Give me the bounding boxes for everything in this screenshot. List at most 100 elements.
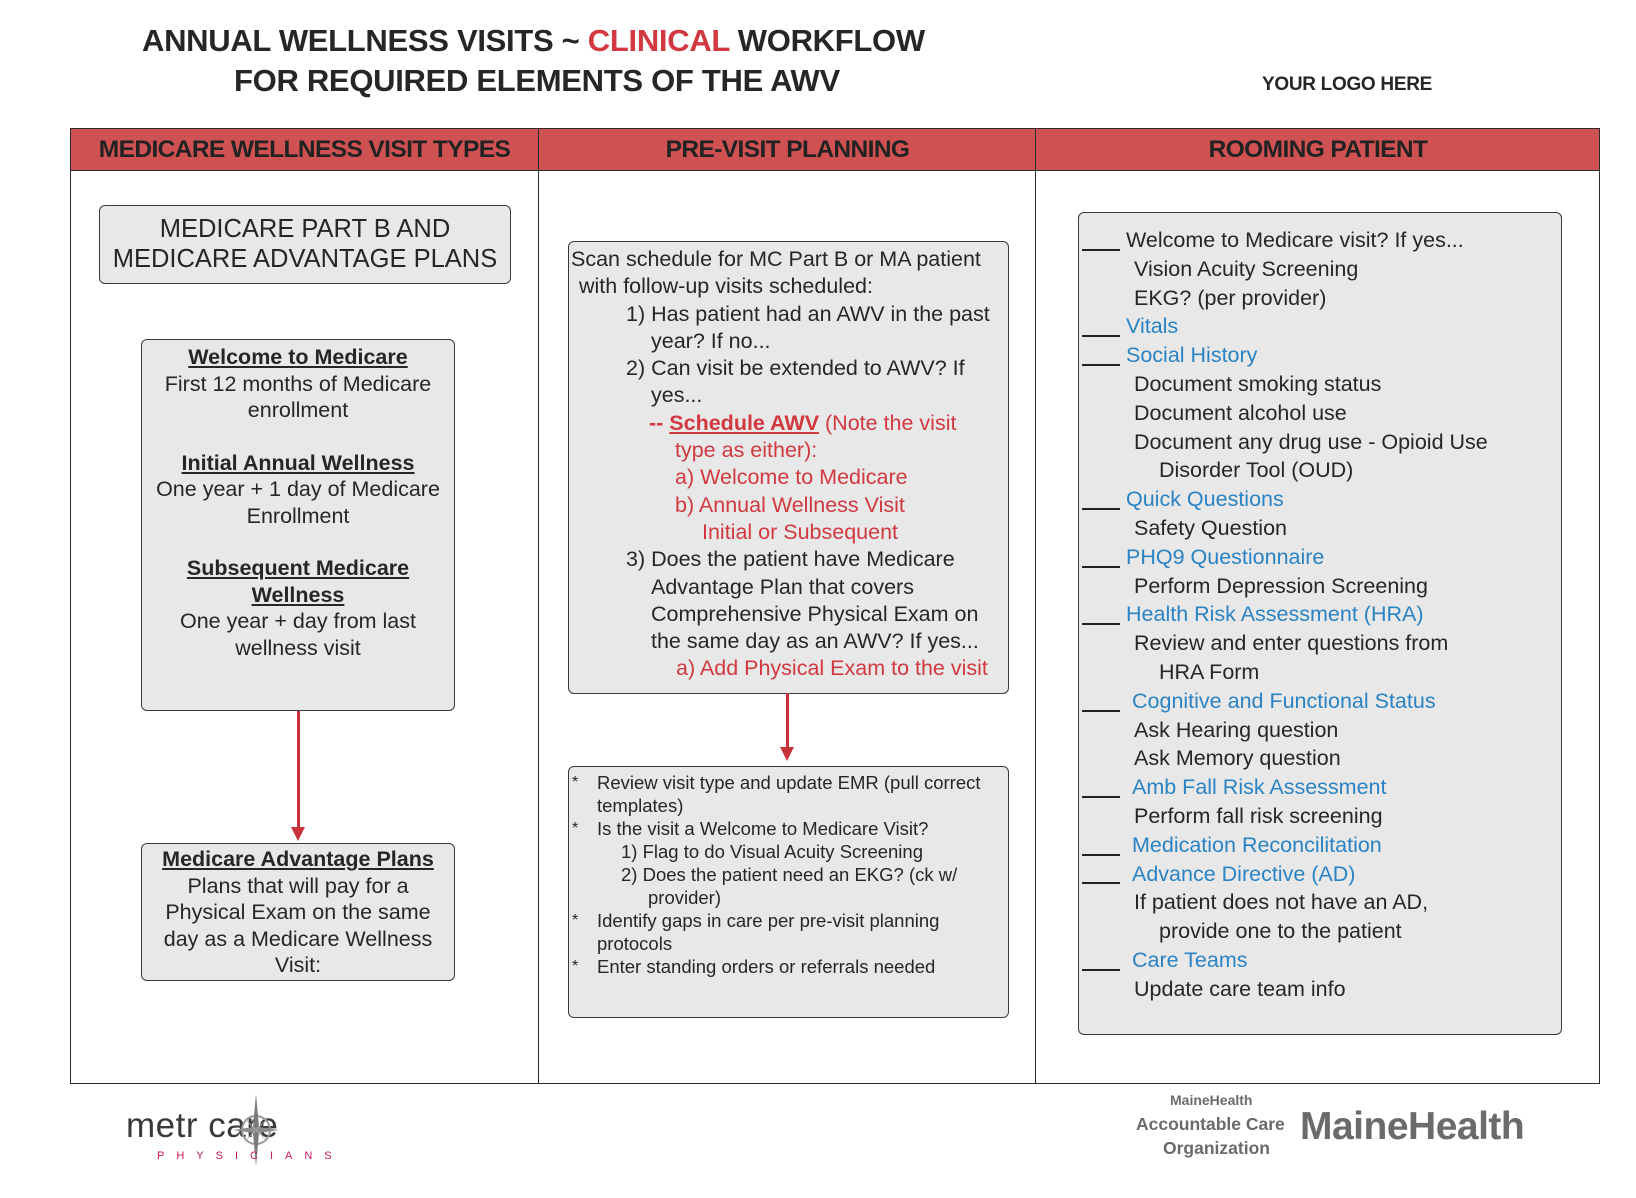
visit-type-desc: Enrollment xyxy=(246,503,350,528)
title-text: ANNUAL WELLNESS VISITS ~ xyxy=(142,23,588,58)
plans-box-line: MEDICARE PART B AND xyxy=(159,215,451,243)
title-highlight: CLINICAL xyxy=(587,23,730,58)
rooming-checklist: Welcome to Medicare visit? If yes... Visi… xyxy=(1079,226,1561,1004)
pvp-question-2: 2) Can visit be extended to AWV? If xyxy=(626,356,965,381)
pvp-line: with follow-up visits scheduled: xyxy=(579,274,873,299)
schedule-note: (Note the visit xyxy=(819,410,957,435)
visit-type-heading: Welcome to Medicare xyxy=(188,345,408,369)
bullet-star-icon: * xyxy=(572,774,579,791)
rooming-item-label: Cognitive and Functional Status xyxy=(1132,688,1436,713)
rooming-item-label: Ask Memory question xyxy=(1134,746,1341,771)
rooming-item-label: Health Risk Assessment (HRA) xyxy=(1126,602,1424,627)
checkbox-blank-line[interactable] xyxy=(1082,507,1120,510)
rooming-item-label: Care Teams xyxy=(1132,947,1248,972)
mh-aco-logo-line: Organization xyxy=(1163,1138,1270,1158)
rooming-checklist-item: Care Teams xyxy=(1079,946,1561,975)
rooming-checklist-subitem: Disorder Tool (OUD) xyxy=(1079,456,1561,485)
checkbox-blank-line[interactable] xyxy=(1082,968,1120,971)
title-text: WORKFLOW xyxy=(729,23,925,58)
rooming-checklist-item: Quick Questions xyxy=(1079,485,1561,514)
checklist-text: templates) xyxy=(597,795,684,816)
rooming-item-label: Medication Reconcilitation xyxy=(1132,832,1382,857)
bullet-star-icon: * xyxy=(572,958,579,975)
rooming-checklist-subitem: Document alcohol use xyxy=(1079,399,1561,428)
page-title-line1: ANNUAL WELLNESS VISITS ~ CLINICAL WORKFL… xyxy=(142,23,925,59)
pvp-line: Comprehensive Physical Exam on xyxy=(651,601,979,626)
rooming-item-label: Review and enter questions from xyxy=(1134,631,1449,656)
checklist-item: * Identify gaps in care per pre-visit pla… xyxy=(569,909,1008,932)
checkbox-blank-line[interactable] xyxy=(1082,853,1120,856)
rooming-item-label: HRA Form xyxy=(1159,659,1260,684)
checkbox-blank-line[interactable] xyxy=(1082,623,1120,626)
visit-types-box: Welcome to Medicare First 12 months of M… xyxy=(141,339,455,711)
flow-arrow xyxy=(297,711,300,829)
rooming-item-label: Social History xyxy=(1126,343,1258,368)
rooming-item-label: PHQ9 Questionnaire xyxy=(1126,544,1325,569)
checklist-subitem: 1) Flag to do Visual Acuity Screening xyxy=(621,841,923,862)
pvp-question-1: 1) Has patient had an AWV in the past xyxy=(626,301,990,326)
checklist-item: * Enter standing orders or referrals need… xyxy=(569,955,1008,978)
rooming-checklist-subitem: If patient does not have an AD, xyxy=(1079,888,1561,917)
rooming-item-label: Document smoking status xyxy=(1134,371,1382,396)
rooming-checklist-subitem: Perform Depression Screening xyxy=(1079,572,1561,601)
pvp-line: Initial or Subsequent xyxy=(702,519,899,544)
visit-type-option-a: a) Welcome to Medicare xyxy=(675,465,908,490)
rooming-checklist-item: Welcome to Medicare visit? If yes... xyxy=(1079,226,1561,255)
rooming-item-label: Advance Directive (AD) xyxy=(1132,861,1356,886)
pvp-line: year? If no... xyxy=(651,328,771,353)
rooming-checklist-subitem: Safety Question xyxy=(1079,514,1561,543)
visit-type-option-b: b) Annual Wellness Visit xyxy=(675,492,905,517)
checklist-text: protocols xyxy=(597,933,673,954)
checkbox-blank-line[interactable] xyxy=(1082,882,1120,885)
column-header-visit-types: MEDICARE WELLNESS VISIT TYPES xyxy=(98,136,511,163)
rooming-checklist-item: Medication Reconcilitation xyxy=(1079,831,1561,860)
rooming-item-label: Ask Hearing question xyxy=(1134,717,1339,742)
rooming-checklist-box: Welcome to Medicare visit? If yes... Visi… xyxy=(1078,212,1562,1035)
checkbox-blank-line[interactable] xyxy=(1082,795,1120,798)
checklist-item-cont: templates) xyxy=(569,794,1008,817)
pre-visit-checklist-box: * Review visit type and update EMR (pull … xyxy=(568,766,1009,1018)
checkbox-blank-line[interactable] xyxy=(1082,565,1120,568)
rooming-checklist-subitem: Ask Hearing question xyxy=(1079,716,1561,745)
advantage-line: day as a Medicare Wellness xyxy=(163,926,433,951)
checkbox-blank-line[interactable] xyxy=(1082,335,1120,338)
advantage-heading: Medicare Advantage Plans xyxy=(162,847,434,871)
visit-type-desc: enrollment xyxy=(247,398,349,422)
rooming-checklist-subitem: Perform fall risk screening xyxy=(1079,802,1561,831)
checkbox-blank-line[interactable] xyxy=(1082,363,1120,366)
plans-box-line: MEDICARE ADVANTAGE PLANS xyxy=(112,245,498,273)
visit-type-heading: Subsequent Medicare xyxy=(186,556,410,580)
pvp-line: the same day as an AWV? If yes... xyxy=(651,629,979,654)
rooming-checklist-item: Cognitive and Functional Status xyxy=(1079,687,1561,716)
flow-arrow xyxy=(786,693,789,749)
checklist-subitem-cont: provider) xyxy=(648,887,721,908)
checklist-text: Is the visit a Welcome to Medicare Visit… xyxy=(597,818,929,839)
checklist-item: * Review visit type and update EMR (pull … xyxy=(569,771,1008,794)
column-divider xyxy=(1035,128,1036,1084)
schedule-awv-link[interactable]: Schedule AWV xyxy=(669,411,819,435)
rooming-checklist-subitem: Document any drug use - Opioid Use xyxy=(1079,428,1561,457)
checklist-text: Review visit type and update EMR (pull c… xyxy=(597,772,981,793)
mh-aco-logo-line: MaineHealth xyxy=(1170,1092,1253,1108)
rooming-checklist-subitem: Ask Memory question xyxy=(1079,744,1561,773)
rooming-checklist-subitem: Document smoking status xyxy=(1079,370,1561,399)
schedule-awv-line: -- Schedule AWV (Note the visit xyxy=(571,410,1008,437)
page-title-line2: FOR REQUIRED ELEMENTS OF THE AWV xyxy=(234,63,840,98)
bullet-star-icon: * xyxy=(572,820,579,837)
rooming-item-label: If patient does not have an AD, xyxy=(1134,890,1429,915)
metrocare-logo-subtitle: PHYSICIANS xyxy=(157,1150,344,1162)
add-physical-exam-action: a) Add Physical Exam to the visit xyxy=(676,656,988,681)
rooming-item-label: Vision Acuity Screening xyxy=(1134,256,1359,281)
checklist-item: * Is the visit a Welcome to Medicare Visi… xyxy=(569,817,1008,840)
bullet-star-icon: * xyxy=(572,912,579,929)
checkbox-blank-line[interactable] xyxy=(1082,709,1120,712)
checkbox-blank-line[interactable] xyxy=(1082,248,1120,251)
pvp-line: type as either): xyxy=(675,438,818,463)
rooming-checklist-item: Amb Fall Risk Assessment xyxy=(1079,773,1561,802)
visit-type-desc: One year + 1 day of Medicare xyxy=(156,477,440,501)
rooming-item-label: Vitals xyxy=(1126,314,1179,339)
rooming-item-label: EKG? (per provider) xyxy=(1134,285,1327,310)
arrow-head-icon xyxy=(291,827,305,841)
visit-type-desc: wellness visit xyxy=(235,635,361,660)
rooming-item-label: Document any drug use - Opioid Use xyxy=(1134,429,1488,454)
